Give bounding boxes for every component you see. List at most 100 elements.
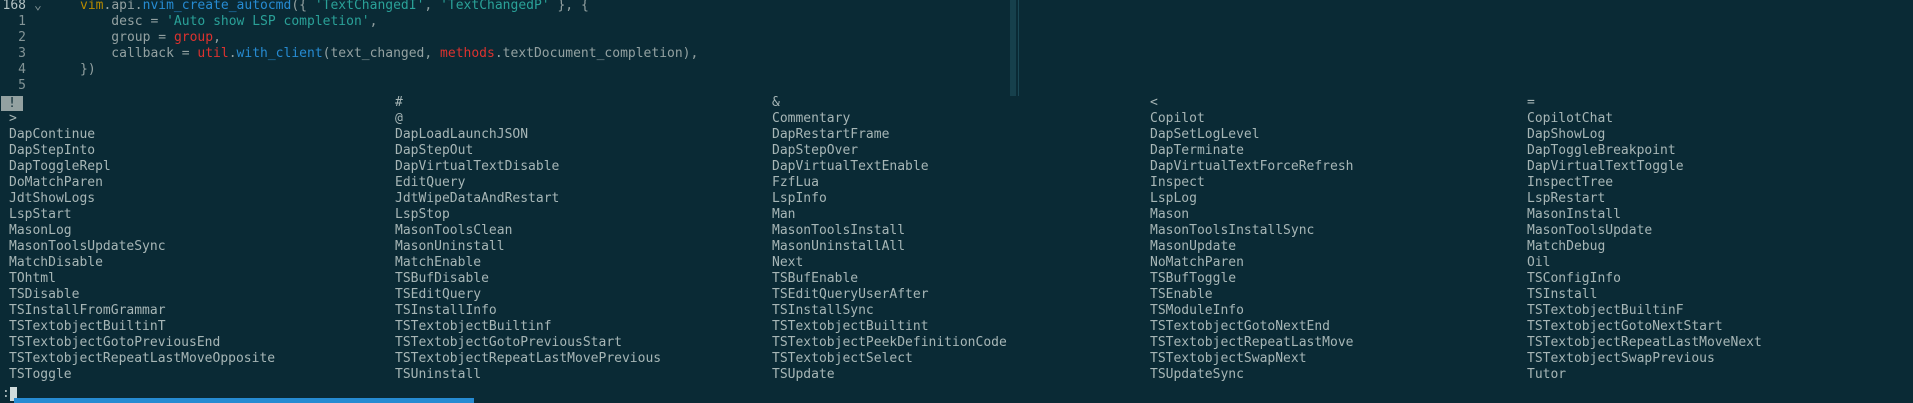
completion-item[interactable]: MatchDisable — [9, 255, 103, 271]
completion-item[interactable]: DapContinue — [9, 127, 95, 143]
completion-item[interactable]: JdtWipeDataAndRestart — [395, 191, 559, 207]
completion-item[interactable]: DapToggleBreakpoint — [1527, 143, 1676, 159]
completion-item[interactable]: JdtShowLogs — [9, 191, 95, 207]
completion-item[interactable]: = — [1527, 95, 1535, 111]
completion-item[interactable]: NoMatchParen — [1150, 255, 1244, 271]
completion-item[interactable]: DapRestartFrame — [772, 127, 889, 143]
code-line[interactable]: 168 ⌄ vim.api.nvim_create_autocmd({ 'TextC… — [0, 0, 1010, 14]
completion-item[interactable]: DapTerminate — [1150, 143, 1244, 159]
completion-item[interactable]: TSTextobjectGotoPreviousEnd — [9, 335, 220, 351]
completion-item[interactable]: Tutor — [1527, 367, 1566, 383]
code-line[interactable]: 5 — [0, 78, 1010, 94]
completion-item[interactable]: TSTextobjectBuiltint — [772, 319, 929, 335]
completion-item[interactable]: Man — [772, 207, 795, 223]
completion-item[interactable]: DapVirtualTextEnable — [772, 159, 929, 175]
completion-item[interactable]: MasonToolsUpdateSync — [9, 239, 166, 255]
completion-item[interactable]: TSTextobjectRepeatLastMove — [1150, 335, 1354, 351]
completion-item[interactable]: Commentary — [772, 111, 850, 127]
completion-item[interactable]: TSTextobjectSelect — [772, 351, 913, 367]
completion-item[interactable]: TSTextobjectSwapPrevious — [1527, 351, 1715, 367]
completion-item[interactable]: Copilot — [1150, 111, 1205, 127]
completion-item[interactable]: TSTextobjectRepeatLastMoveOpposite — [9, 351, 275, 367]
completion-item[interactable]: TSToggle — [9, 367, 72, 383]
completion-item[interactable]: DapStepInto — [9, 143, 95, 159]
completion-item[interactable]: TSTextobjectBuiltinF — [1527, 303, 1684, 319]
completion-item[interactable]: MatchDebug — [1527, 239, 1605, 255]
completion-item[interactable]: DapStepOut — [395, 143, 473, 159]
completion-item[interactable]: MasonUpdate — [1150, 239, 1236, 255]
editor-pane[interactable]: 168 ⌄ vim.api.nvim_create_autocmd({ 'TextC… — [0, 0, 1913, 96]
completion-item[interactable]: TOhtml — [9, 271, 56, 287]
completion-item[interactable]: MasonToolsClean — [395, 223, 512, 239]
completion-item[interactable]: TSDisable — [9, 287, 79, 303]
completion-item[interactable]: TSTextobjectGotoNextStart — [1527, 319, 1723, 335]
completion-item[interactable]: Mason — [1150, 207, 1189, 223]
completion-item[interactable]: TSTextobjectRepeatLastMoveNext — [1527, 335, 1762, 351]
completion-item[interactable]: TSUninstall — [395, 367, 481, 383]
completion-item[interactable]: LspStart — [9, 207, 72, 223]
completion-item[interactable]: TSTextobjectGotoPreviousStart — [395, 335, 622, 351]
code-line[interactable]: 2 group = group, — [0, 30, 1010, 46]
completion-item[interactable]: TSBufDisable — [395, 271, 489, 287]
selected-completion-item[interactable]: ! — [1, 96, 23, 111]
completion-item[interactable]: CopilotChat — [1527, 111, 1613, 127]
completion-item[interactable]: TSInstall — [1527, 287, 1597, 303]
completion-item[interactable]: TSBufEnable — [772, 271, 858, 287]
completion-item[interactable]: & — [772, 95, 780, 111]
completion-item[interactable]: DapVirtualTextForceRefresh — [1150, 159, 1354, 175]
completion-item[interactable]: TSEditQueryUserAfter — [772, 287, 929, 303]
completion-item[interactable]: InspectTree — [1527, 175, 1613, 191]
command-line[interactable]: : — [0, 386, 1913, 403]
completion-item[interactable]: DapShowLog — [1527, 127, 1605, 143]
completion-item[interactable]: TSConfigInfo — [1527, 271, 1621, 287]
completion-item[interactable]: TSUpdateSync — [1150, 367, 1244, 383]
completion-item[interactable]: FzfLua — [772, 175, 819, 191]
completion-item[interactable]: MasonUninstallAll — [772, 239, 905, 255]
completion-item[interactable]: TSInstallInfo — [395, 303, 497, 319]
completion-item[interactable]: > — [9, 111, 17, 127]
completion-item[interactable]: MasonToolsInstallSync — [1150, 223, 1314, 239]
completion-item[interactable]: TSEnable — [1150, 287, 1213, 303]
completion-item[interactable]: TSModuleInfo — [1150, 303, 1244, 319]
completion-item[interactable]: MatchEnable — [395, 255, 481, 271]
completion-item[interactable]: LspRestart — [1527, 191, 1605, 207]
completion-item[interactable]: DapVirtualTextDisable — [395, 159, 559, 175]
completion-item[interactable]: LspInfo — [772, 191, 827, 207]
completion-item[interactable]: LspStop — [395, 207, 450, 223]
code-line[interactable]: 1 desc = 'Auto show LSP completion', — [0, 14, 1010, 30]
completion-item[interactable]: # — [395, 95, 403, 111]
completion-item[interactable]: DoMatchParen — [9, 175, 103, 191]
completion-item[interactable]: TSTextobjectPeekDefinitionCode — [772, 335, 1007, 351]
completion-item[interactable]: DapStepOver — [772, 143, 858, 159]
completion-item[interactable]: DapLoadLaunchJSON — [395, 127, 528, 143]
completion-item[interactable]: TSTextobjectBuiltinT — [9, 319, 166, 335]
completion-item[interactable]: Oil — [1527, 255, 1550, 271]
completion-item[interactable]: TSInstallFromGrammar — [9, 303, 166, 319]
editor-scrollbar[interactable] — [1010, 0, 1016, 96]
completion-item[interactable]: TSEditQuery — [395, 287, 481, 303]
completion-item[interactable]: TSTextobjectGotoNextEnd — [1150, 319, 1330, 335]
completion-item[interactable]: TSTextobjectBuiltinf — [395, 319, 552, 335]
completion-item[interactable]: EditQuery — [395, 175, 465, 191]
fold-chevron-icon[interactable]: ⌄ — [34, 0, 42, 14]
completion-item[interactable]: MasonUninstall — [395, 239, 505, 255]
completion-item[interactable]: Next — [772, 255, 803, 271]
completion-item[interactable]: @ — [395, 111, 403, 127]
completion-item[interactable]: MasonInstall — [1527, 207, 1621, 223]
completion-item[interactable]: TSTextobjectSwapNext — [1150, 351, 1307, 367]
completion-item[interactable]: MasonLog — [9, 223, 72, 239]
completion-item[interactable]: DapVirtualTextToggle — [1527, 159, 1684, 175]
code-line[interactable]: 3 callback = util.with_client(text_chang… — [0, 46, 1010, 62]
completion-item[interactable]: TSUpdate — [772, 367, 835, 383]
completion-item[interactable]: DapToggleRepl — [9, 159, 111, 175]
code-line[interactable]: 4}) — [0, 62, 1010, 78]
completion-item[interactable]: MasonToolsInstall — [772, 223, 905, 239]
window-split-divider[interactable] — [1018, 0, 1019, 96]
completion-item[interactable]: TSInstallSync — [772, 303, 874, 319]
completion-item[interactable]: LspLog — [1150, 191, 1197, 207]
completion-item[interactable]: MasonToolsUpdate — [1527, 223, 1652, 239]
completion-item[interactable]: TSTextobjectRepeatLastMovePrevious — [395, 351, 661, 367]
completion-item[interactable]: Inspect — [1150, 175, 1205, 191]
completion-item[interactable]: DapSetLogLevel — [1150, 127, 1260, 143]
completion-item[interactable]: TSBufToggle — [1150, 271, 1236, 287]
